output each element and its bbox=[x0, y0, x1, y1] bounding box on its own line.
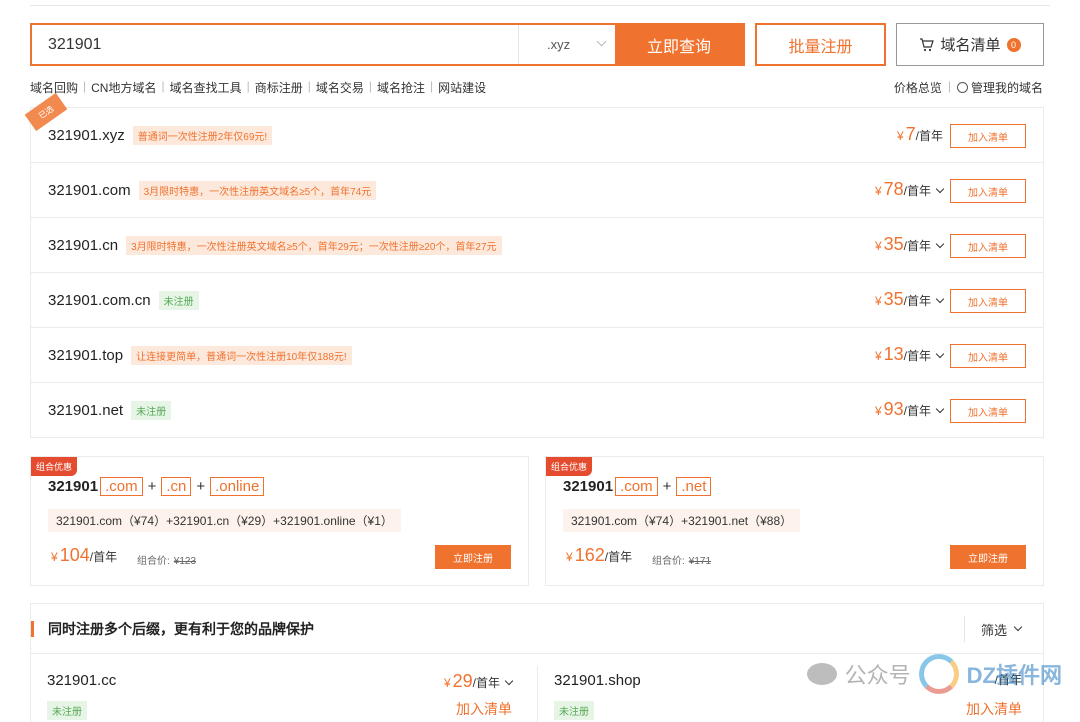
suffix-chip: .cn bbox=[161, 477, 192, 496]
bundle-price: ¥104/首年 bbox=[51, 545, 118, 565]
chevron-down-icon bbox=[935, 239, 945, 249]
status-tag: 未注册 bbox=[131, 401, 172, 420]
result-row: 321901.cn 3月限时特惠，一次性注册英文域名≥5个，首年29元；一次性注… bbox=[31, 218, 1043, 273]
price-dropdown[interactable]: ¥13/首年 bbox=[875, 344, 945, 365]
add-to-list-button[interactable]: 加入清单 bbox=[950, 124, 1026, 148]
status-tag: 未注册 bbox=[47, 701, 87, 720]
status-tag: 未注册 bbox=[158, 290, 199, 310]
nav-link-finder[interactable]: 域名查找工具 bbox=[170, 79, 242, 96]
quick-links: 域名回购 | CN地方域名 | 域名查找工具 | 商标注册 | 域名交易 | 域名抢注 | … bbox=[30, 79, 487, 96]
bundle-detail: 321901.com（¥74）+321901.cn（¥29）+321901.on… bbox=[48, 509, 401, 532]
price: ¥7/首年 bbox=[896, 124, 943, 144]
cart-label: 域名清单 bbox=[940, 37, 1001, 54]
top-divider bbox=[30, 5, 1050, 6]
wechat-icon bbox=[806, 663, 837, 685]
result-row: 已选 321901.xyz 普通词一次性注册2年仅69元! ¥7/首年 加入清单 bbox=[24, 92, 1043, 163]
domain-name: 321901.top bbox=[48, 346, 124, 364]
bundle-card: 组合优惠 321901 .com + .cn + .online 321901.co… bbox=[30, 456, 529, 586]
watermark-text: 公众号 bbox=[844, 663, 911, 688]
domain-name: 321901.cn bbox=[48, 236, 119, 254]
chevron-down-icon bbox=[935, 349, 945, 359]
add-to-list-link[interactable]: 加入清单 bbox=[966, 699, 1022, 719]
price-dropdown[interactable]: ¥35/首年 bbox=[875, 289, 945, 310]
bundle-title: 321901 .com + .cn + .online bbox=[48, 477, 266, 496]
register-now-button[interactable]: 立即注册 bbox=[435, 545, 511, 569]
add-to-list-button[interactable]: 加入清单 bbox=[950, 344, 1026, 368]
domain-name: 321901.com bbox=[48, 181, 131, 199]
nav-link-trademark[interactable]: 商标注册 bbox=[255, 79, 303, 96]
nav-link-website[interactable]: 网站建设 bbox=[438, 79, 486, 96]
result-row: 321901.top 让连接更简单，普通词一次性注册10年仅188元! ¥13/… bbox=[31, 328, 1043, 383]
domain-name: 321901.cc bbox=[47, 672, 117, 689]
bundle-original-price: 组合价: ¥171 bbox=[652, 556, 712, 567]
price-dropdown[interactable]: ¥29/首年 bbox=[444, 671, 514, 692]
nav-link-cn-local[interactable]: CN地方域名 bbox=[91, 79, 156, 96]
bulk-register-button[interactable]: 批量注册 bbox=[755, 23, 886, 66]
domain-name: 321901.net bbox=[48, 402, 124, 419]
chevron-down-icon bbox=[935, 184, 945, 194]
search-button[interactable]: 立即查询 bbox=[615, 25, 743, 64]
result-row: 321901.net 未注册 ¥93/首年 加入清单 bbox=[31, 383, 1043, 438]
chevron-down-icon bbox=[935, 404, 945, 414]
bundle-title: 321901 .com + .net bbox=[563, 477, 713, 496]
section-header: 同时注册多个后缀，更有利于您的品牌保护 筛选 bbox=[31, 604, 1043, 654]
chevron-down-icon bbox=[1013, 622, 1023, 632]
selected-ribbon: 已选 bbox=[24, 92, 68, 132]
suffix-chip: .online bbox=[210, 477, 265, 496]
bundle-badge: 组合优惠 bbox=[546, 457, 593, 476]
add-to-list-button[interactable]: 加入清单 bbox=[950, 289, 1026, 313]
manage-domains-link[interactable]: 管理我的域名 bbox=[956, 79, 1043, 96]
nav-link-trade[interactable]: 域名交易 bbox=[316, 79, 364, 96]
filter-dropdown[interactable]: 筛选 bbox=[963, 616, 1043, 642]
account-links: 价格总览 | 管理我的域名 bbox=[893, 79, 1043, 96]
register-now-button[interactable]: 立即注册 bbox=[950, 545, 1026, 569]
accent-bar bbox=[31, 620, 34, 637]
suffix-chip: .com bbox=[615, 477, 658, 496]
bundle-badge: 组合优惠 bbox=[31, 457, 78, 476]
domain-name: 321901.xyz bbox=[48, 126, 125, 144]
result-row: 321901.com 3月限时特惠，一次性注册英文域名≥5个，首年74元 ¥78… bbox=[31, 163, 1043, 218]
section-title: 同时注册多个后缀，更有利于您的品牌保护 bbox=[48, 620, 314, 637]
result-row: 321901.com.cn 未注册 ¥35/首年 加入清单 bbox=[31, 273, 1043, 328]
watermark: 公众号 DZ插件网 bbox=[806, 654, 1062, 694]
user-icon bbox=[956, 82, 968, 93]
price-dropdown[interactable]: ¥35/首年 bbox=[875, 234, 945, 255]
suffix-chip: .com bbox=[100, 477, 143, 496]
dz-logo-icon bbox=[918, 654, 959, 694]
promo-tag: 普通词一次性注册2年仅69元! bbox=[132, 125, 273, 145]
bundle-detail: 321901.com（¥74）+321901.net（¥88） bbox=[563, 509, 801, 532]
cart-icon bbox=[920, 37, 935, 51]
search-input[interactable] bbox=[32, 25, 518, 64]
domain-cart-button[interactable]: 域名清单 0 bbox=[896, 23, 1044, 66]
suffix-cell: 321901.cc 未注册 ¥29/首年 加入清单 bbox=[30, 653, 520, 722]
price-dropdown[interactable]: ¥78/首年 bbox=[875, 179, 945, 200]
chevron-down-icon bbox=[504, 676, 514, 686]
promo-tag: 让连接更简单，普通词一次性注册10年仅188元! bbox=[131, 345, 352, 365]
status-tag: 未注册 bbox=[554, 701, 594, 720]
price-dropdown[interactable]: ¥93/首年 bbox=[875, 399, 945, 420]
bundle-price: ¥162/首年 bbox=[566, 545, 633, 565]
chevron-down-icon bbox=[596, 36, 607, 47]
promo-tag: 3月限时特惠，一次性注册英文域名≥5个，首年74元 bbox=[138, 180, 377, 200]
nav-link-snapback[interactable]: 域名抢注 bbox=[377, 79, 425, 96]
domain-name: 321901.shop bbox=[554, 672, 641, 689]
search-bar: .xyz 立即查询 bbox=[30, 23, 745, 66]
domain-name: 321901.com.cn bbox=[48, 291, 151, 309]
search-results: 已选 321901.xyz 普通词一次性注册2年仅69元! ¥7/首年 加入清单… bbox=[24, 92, 1044, 438]
suffix-select-value: .xyz bbox=[547, 37, 571, 52]
suffix-select[interactable]: .xyz bbox=[518, 25, 615, 64]
suffix-chip: .net bbox=[676, 477, 712, 496]
price-overview-link[interactable]: 价格总览 bbox=[894, 79, 942, 96]
chevron-down-icon bbox=[935, 294, 945, 304]
add-to-list-button[interactable]: 加入清单 bbox=[950, 234, 1026, 258]
add-to-list-button[interactable]: 加入清单 bbox=[950, 399, 1026, 423]
add-to-list-button[interactable]: 加入清单 bbox=[950, 179, 1026, 203]
cart-count-badge: 0 bbox=[1006, 37, 1021, 52]
bundle-card: 组合优惠 321901 .com + .net 321901.com（¥74）+3… bbox=[545, 456, 1044, 586]
add-to-list-link[interactable]: 加入清单 bbox=[456, 699, 512, 719]
promo-tag: 3月限时特惠，一次性注册英文域名≥5个，首年29元；一次性注册≥20个，首年27… bbox=[126, 235, 502, 255]
bundle-original-price: 组合价: ¥123 bbox=[137, 556, 197, 567]
watermark-brand: DZ插件网 bbox=[966, 663, 1062, 688]
